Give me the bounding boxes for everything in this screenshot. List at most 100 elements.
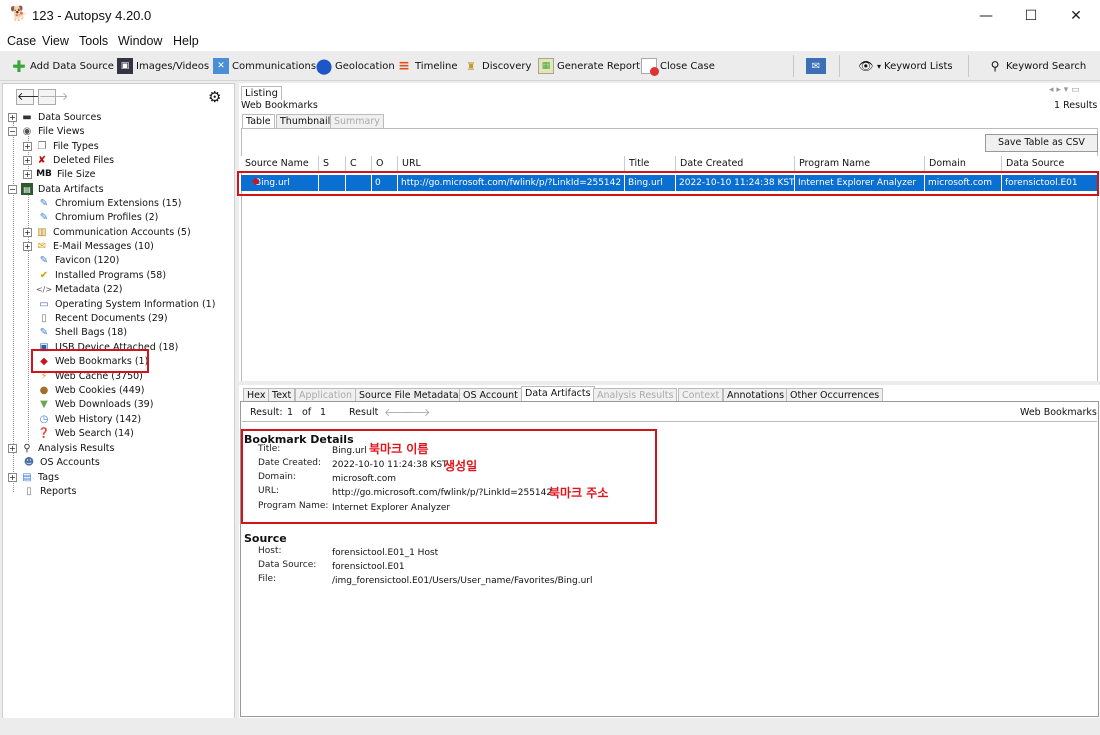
toolbar-separator — [793, 55, 794, 77]
back-button[interactable]: 🡐 — [16, 89, 47, 105]
menu-tools[interactable]: Tools — [79, 34, 108, 48]
tree-item-favicon[interactable]: ✎ Favicon (120) — [38, 253, 120, 267]
add-data-source-button[interactable]: ✚ Add Data Source — [11, 57, 114, 76]
geolocation-button[interactable]: ⬤ Geolocation — [316, 57, 395, 75]
eye-icon: ◉ — [22, 125, 32, 137]
col-c[interactable]: C — [346, 156, 372, 172]
account-icon: ▥ — [37, 226, 47, 238]
close-case-label: Close Case — [660, 60, 715, 72]
tree-item-os-accounts[interactable]: ☻ OS Accounts — [23, 455, 100, 469]
tab-table[interactable]: Table — [242, 114, 275, 128]
keyword-search-button[interactable]: ⚲ Keyword Search — [987, 57, 1087, 75]
keyword-lists-button[interactable]: 👁 ▾ Keyword Lists — [858, 57, 952, 75]
tree-item-web-downloads[interactable]: ▼ Web Downloads (39) — [38, 397, 153, 411]
tree-item-web-search[interactable]: ❓ Web Search (14) — [38, 426, 134, 440]
images-videos-button[interactable]: ▣ Images/Videos — [117, 57, 209, 75]
tree-item-analysis-results[interactable]: + ⚲ Analysis Results — [8, 441, 114, 455]
artifact-type-label: Web Bookmarks — [1020, 407, 1097, 418]
panel-controls-icon[interactable]: ◂ ▸ ▾ ▭ — [1049, 85, 1080, 95]
tab-source-file-metadata[interactable]: Source File Metadata — [355, 388, 463, 402]
col-domain[interactable]: Domain — [925, 156, 1002, 172]
communications-button[interactable]: ✕ Communications — [213, 57, 316, 75]
minimize-button[interactable]: — — [964, 3, 1008, 29]
result-viewer-panel: Listing ◂ ▸ ▾ ▭ Web Bookmarks 1 Results … — [237, 83, 1100, 735]
tree-item-web-cookies[interactable]: ● Web Cookies (449) — [38, 383, 145, 397]
menu-case[interactable]: Case — [7, 34, 36, 48]
binoculars-icon: ♜ — [466, 59, 476, 73]
tree-item-email-messages[interactable]: + ✉ E-Mail Messages (10) — [23, 239, 154, 253]
next-result-button[interactable]: 🡒 — [401, 405, 431, 419]
col-program-name[interactable]: Program Name — [795, 156, 925, 172]
tab-application[interactable]: Application — [295, 388, 357, 402]
discovery-button[interactable]: ♜ Discovery — [463, 57, 531, 75]
col-source-name[interactable]: Source Name — [241, 156, 319, 172]
timeline-label: Timeline — [415, 60, 458, 72]
tab-context[interactable]: Context — [678, 388, 724, 402]
tree-item-communication-accounts[interactable]: + ▥ Communication Accounts (5) — [23, 225, 191, 239]
data-artifacts-icon: ▤ — [21, 183, 33, 195]
col-title[interactable]: Title — [625, 156, 676, 172]
title-bar: 🐕 123 - Autopsy 4.20.0 — ☐ ✕ — [0, 0, 1100, 31]
tab-os-account[interactable]: OS Account — [459, 388, 522, 402]
close-window-button[interactable]: ✕ — [1054, 3, 1098, 29]
maximize-button[interactable]: ☐ — [1009, 3, 1053, 29]
col-data-source[interactable]: Data Source — [1002, 156, 1098, 172]
tree-item-file-size[interactable]: + MB File Size — [23, 167, 95, 181]
menu-window[interactable]: Window — [118, 34, 162, 48]
eye-icon: 👁 — [858, 59, 874, 73]
tab-data-artifacts[interactable]: Data Artifacts — [521, 386, 595, 400]
drive-icon: ▬ — [22, 111, 32, 123]
splitter[interactable] — [239, 381, 1100, 385]
menu-help[interactable]: Help — [173, 34, 199, 48]
timeline-button[interactable]: ≡ Timeline — [396, 57, 458, 75]
geolocation-label: Geolocation — [335, 60, 395, 72]
generate-report-button[interactable]: ▦ Generate Report — [538, 57, 640, 75]
save-table-csv-button[interactable]: Save Table as CSV — [985, 134, 1098, 152]
file-value: /img_forensictool.E01/Users/User_name/Fa… — [332, 576, 593, 586]
tree-item-chromium-profiles[interactable]: ✎ Chromium Profiles (2) — [38, 210, 159, 224]
tab-analysis-results[interactable]: Analysis Results — [593, 388, 678, 402]
history-icon: ◷ — [39, 413, 49, 425]
tree-item-os-info[interactable]: ▭ Operating System Information (1) — [38, 297, 215, 311]
chromium-icon: ✎ — [39, 211, 49, 223]
toolbar-separator — [968, 55, 969, 77]
tab-thumbnail[interactable]: Thumbnail — [276, 114, 335, 128]
tab-hex[interactable]: Hex — [243, 388, 270, 402]
col-o[interactable]: O — [372, 156, 398, 172]
tab-other-occurrences[interactable]: Other Occurrences — [786, 388, 884, 402]
tree-item-deleted-files[interactable]: + ✘ Deleted Files — [23, 153, 114, 167]
tab-listing[interactable]: Listing — [241, 86, 282, 100]
tag-icon: ▤ — [22, 471, 32, 483]
result-of: of — [302, 407, 312, 418]
col-date-created[interactable]: Date Created — [676, 156, 795, 172]
tree-item-file-types[interactable]: + ❐ File Types — [23, 139, 99, 153]
data-source-value: forensictool.E01 — [332, 562, 405, 572]
tree-item-installed-programs[interactable]: ✔ Installed Programs (58) — [38, 268, 166, 282]
tree-item-tags[interactable]: + ▤ Tags — [8, 470, 59, 484]
tree-item-web-history[interactable]: ◷ Web History (142) — [38, 412, 141, 426]
col-s[interactable]: S — [319, 156, 346, 172]
highlight-bookmark-details — [241, 429, 657, 524]
tree-item-shell-bags[interactable]: ✎ Shell Bags (18) — [38, 325, 127, 339]
report-icon: ▯ — [26, 485, 32, 497]
tree-item-file-views[interactable]: − ◉ File Views — [8, 124, 84, 138]
tab-summary[interactable]: Summary — [330, 114, 384, 128]
dropdown-arrow-icon: ▾ — [877, 61, 882, 71]
tree-item-data-sources[interactable]: + ▬ Data Sources — [8, 110, 101, 124]
tree-item-chromium-extensions[interactable]: ✎ Chromium Extensions (15) — [38, 196, 182, 210]
tree-item-data-artifacts[interactable]: − ▤ Data Artifacts — [8, 182, 104, 196]
file-label: File: — [258, 574, 277, 584]
col-url[interactable]: URL — [398, 156, 625, 172]
gear-icon[interactable]: ⚙ — [208, 88, 221, 106]
tree-item-recent-documents[interactable]: ▯ Recent Documents (29) — [38, 311, 167, 325]
tree-item-reports[interactable]: ▯ Reports — [23, 484, 76, 498]
menu-view[interactable]: View — [42, 34, 69, 48]
tree-item-metadata[interactable]: </> Metadata (22) — [36, 282, 123, 296]
listing-subtitle: Web Bookmarks — [241, 100, 318, 111]
email-button[interactable]: ✉ — [806, 57, 829, 75]
tab-text[interactable]: Text — [268, 388, 296, 402]
discovery-label: Discovery — [482, 60, 532, 72]
forward-button[interactable]: 🡒 — [38, 89, 69, 105]
close-case-button[interactable]: Close Case — [641, 57, 715, 76]
tab-annotations[interactable]: Annotations — [723, 388, 789, 402]
